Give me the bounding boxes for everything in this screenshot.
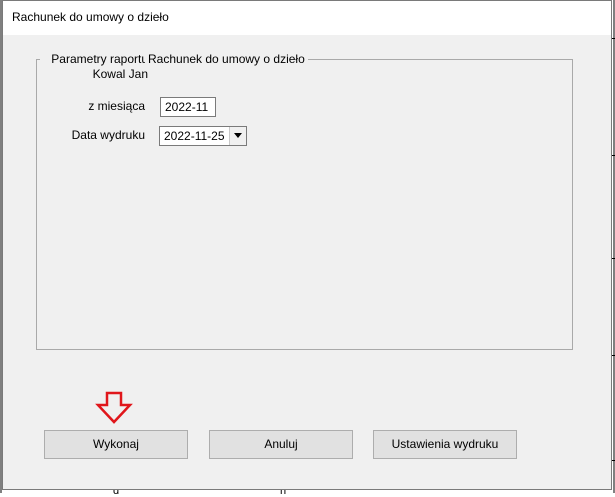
chevron-down-icon bbox=[234, 133, 242, 138]
cancel-button[interactable]: Anuluj bbox=[209, 430, 353, 459]
dialog-title: Rachunek do umowy o dzieło bbox=[12, 10, 169, 24]
down-arrow-icon bbox=[95, 391, 133, 424]
execute-button[interactable]: Wykonaj bbox=[44, 430, 188, 459]
group-caption-line1: Parametry raportu bbox=[51, 52, 148, 66]
title-bar: Rachunek do umowy o dzieło bbox=[3, 1, 611, 35]
print-date-dropdown-button[interactable] bbox=[229, 127, 246, 145]
group-caption-right: Rachunek do umowy o dzieło bbox=[145, 52, 308, 67]
group-caption-line2: Kowal Jan bbox=[92, 67, 148, 81]
print-settings-button[interactable]: Ustawienia wydruku bbox=[373, 430, 517, 459]
group-caption-left: Parametry raportu Kowal Jan bbox=[40, 52, 151, 82]
month-input[interactable] bbox=[160, 97, 216, 117]
print-date-label: Data wydruku bbox=[71, 128, 145, 142]
print-date-combobox[interactable]: 2022-11-25 bbox=[159, 126, 247, 146]
print-date-value: 2022-11-25 bbox=[164, 129, 225, 143]
month-label: z miesiąca bbox=[88, 99, 145, 113]
